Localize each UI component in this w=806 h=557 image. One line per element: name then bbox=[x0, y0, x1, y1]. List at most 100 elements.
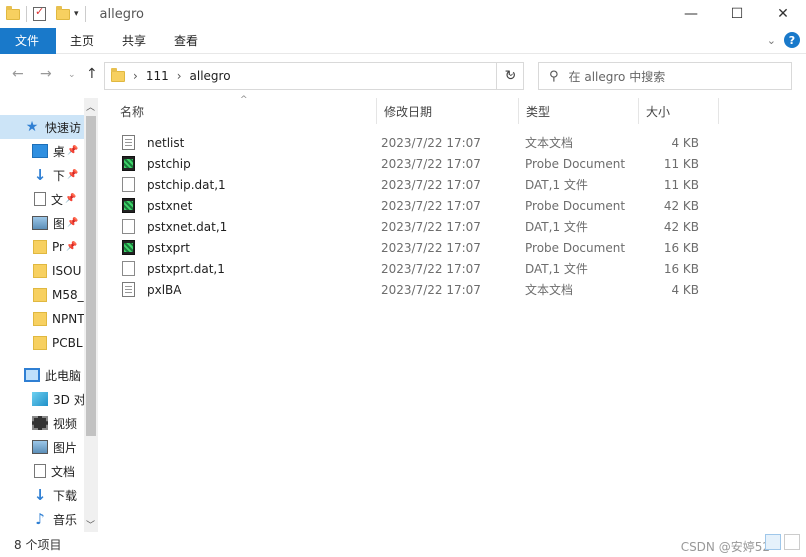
sidebar-item-label: 音乐 bbox=[53, 512, 78, 527]
file-row[interactable]: pstxnet.dat,1 2023/7/22 17:07 DAT,1 文件 42 K… bbox=[116, 216, 716, 237]
file-row[interactable]: pxlBA 2023/7/22 17:07 文本文档 4 KB bbox=[116, 279, 716, 300]
breadcrumb-separator-icon[interactable]: › bbox=[177, 69, 182, 83]
sidebar-item[interactable]: PCBL bbox=[0, 331, 84, 355]
breadcrumb-111[interactable]: 111 bbox=[146, 69, 169, 83]
file-type: 文本文档 bbox=[525, 136, 574, 150]
file-name-cell: pstxnet bbox=[116, 198, 192, 213]
customize-toolbar-chevron-icon[interactable]: ▾ bbox=[74, 9, 79, 19]
probe-file-icon bbox=[122, 240, 135, 255]
file-date: 2023/7/22 17:07 bbox=[381, 177, 481, 192]
up-arrow-icon[interactable]: ↑ bbox=[86, 66, 98, 82]
address-toolbar: ← → ⌄ ↑ › 111 › allegro ⌄ ↻ ⚲ 在 allegro … bbox=[0, 58, 806, 94]
sidebar-item[interactable]: M58_ bbox=[0, 283, 84, 307]
expand-ribbon-chevron-icon[interactable]: ⌄ bbox=[767, 34, 776, 47]
close-button[interactable]: ✕ bbox=[760, 0, 806, 28]
back-arrow-icon[interactable]: ← bbox=[12, 66, 24, 82]
sidebar-item-label: PCBL bbox=[52, 336, 83, 350]
sidebar-item-label: NPNT bbox=[52, 312, 84, 326]
column-divider[interactable] bbox=[718, 98, 719, 124]
sidebar-item[interactable]: 文档 bbox=[0, 459, 84, 483]
pin-icon: 📌 bbox=[67, 146, 79, 156]
probe-file-icon bbox=[122, 198, 135, 213]
sidebar-item[interactable]: NPNT bbox=[0, 307, 84, 331]
recent-locations-chevron-icon[interactable]: ⌄ bbox=[68, 70, 76, 80]
help-icon[interactable]: ? bbox=[784, 32, 800, 48]
sidebar-item[interactable]: 桌 📌 bbox=[0, 139, 84, 163]
column-header-size[interactable]: 大小 bbox=[634, 98, 718, 124]
sidebar-item[interactable]: 文 📌 bbox=[0, 187, 84, 211]
pin-icon: 📌 bbox=[67, 170, 79, 180]
sidebar-item[interactable]: 图 📌 bbox=[0, 211, 84, 235]
file-name: pstxprt bbox=[147, 240, 190, 255]
sidebar-item[interactable]: ISOU bbox=[0, 259, 84, 283]
column-header-date[interactable]: 修改日期 bbox=[372, 98, 520, 124]
file-name-cell: pstxprt.dat,1 bbox=[116, 261, 225, 276]
tab-view[interactable]: 查看 bbox=[160, 28, 212, 54]
sidebar-item[interactable]: Pr 📌 bbox=[0, 235, 84, 259]
file-row[interactable]: pstxnet 2023/7/22 17:07 Probe Document 42 K… bbox=[116, 195, 716, 216]
sidebar-item-label: 此电脑 bbox=[45, 368, 82, 383]
sidebar-item-label: M58_ bbox=[52, 288, 84, 302]
address-bar[interactable]: › 111 › allegro ⌄ bbox=[104, 62, 524, 90]
folder-icon[interactable] bbox=[6, 5, 20, 20]
search-placeholder: 在 allegro 中搜索 bbox=[568, 69, 666, 84]
item-count: 8 个项目 bbox=[14, 538, 62, 552]
toolbar-divider bbox=[84, 6, 86, 22]
sidebar-item[interactable]: ↓ 下载 bbox=[0, 483, 84, 507]
file-row[interactable]: netlist 2023/7/22 17:07 文本文档 4 KB bbox=[116, 132, 716, 153]
toolbar-divider bbox=[26, 6, 27, 22]
properties-icon[interactable] bbox=[33, 5, 46, 21]
sidebar-item-label: Pr bbox=[52, 240, 64, 254]
maximize-button[interactable]: ☐ bbox=[714, 0, 760, 28]
tab-home[interactable]: 主页 bbox=[56, 28, 108, 54]
navigation-scrollbar[interactable]: ︿ ﹀ bbox=[84, 98, 98, 532]
tab-share[interactable]: 共享 bbox=[108, 28, 160, 54]
file-name-cell: netlist bbox=[116, 135, 184, 150]
file-date: 2023/7/22 17:07 bbox=[381, 156, 481, 171]
column-header-type[interactable]: 类型 bbox=[514, 98, 634, 124]
sidebar-item[interactable]: 视频 bbox=[0, 411, 84, 435]
tab-file[interactable]: 文件 bbox=[0, 27, 56, 54]
column-header-name[interactable]: 名称 bbox=[108, 98, 376, 124]
file-row[interactable]: pstxprt 2023/7/22 17:07 Probe Document 16 K… bbox=[116, 237, 716, 258]
file-row[interactable]: pstxprt.dat,1 2023/7/22 17:07 DAT,1 文件 16 K… bbox=[116, 258, 716, 279]
large-icons-view-icon[interactable] bbox=[784, 534, 800, 550]
forward-arrow-icon[interactable]: → bbox=[40, 66, 52, 82]
refresh-icon: ↻ bbox=[504, 68, 517, 84]
sidebar-item[interactable]: ↓ 下 📌 bbox=[0, 163, 84, 187]
folder-icon bbox=[33, 264, 47, 278]
pin-icon: 📌 bbox=[65, 242, 78, 252]
file-row[interactable]: pstchip 2023/7/22 17:07 Probe Document 11 K… bbox=[116, 153, 716, 174]
file-list: ^ 名称 修改日期 类型 大小 netlist 2023/7/22 17:07 文本… bbox=[104, 95, 806, 532]
folder-icon bbox=[33, 288, 47, 302]
download-icon: ↓ bbox=[33, 486, 47, 504]
refresh-button[interactable]: ↻ bbox=[496, 62, 524, 90]
search-input[interactable]: ⚲ 在 allegro 中搜索 bbox=[538, 62, 792, 90]
file-type: DAT,1 文件 bbox=[525, 178, 588, 192]
blank-file-icon bbox=[122, 219, 135, 234]
file-row[interactable]: pstchip.dat,1 2023/7/22 17:07 DAT,1 文件 11 K… bbox=[116, 174, 716, 195]
file-date: 2023/7/22 17:07 bbox=[381, 240, 481, 255]
minimize-button[interactable]: — bbox=[668, 0, 714, 28]
file-name-cell: pstchip bbox=[116, 156, 191, 171]
file-size: 4 KB bbox=[671, 135, 699, 150]
sidebar-item[interactable]: ♪ 音乐 bbox=[0, 507, 84, 531]
breadcrumb-allegro[interactable]: allegro bbox=[190, 69, 231, 83]
view-buttons bbox=[765, 534, 800, 550]
scroll-up-chevron-icon[interactable]: ︿ bbox=[86, 100, 95, 113]
file-name-cell: pstxnet.dat,1 bbox=[116, 219, 227, 234]
new-folder-icon[interactable] bbox=[56, 5, 70, 20]
sidebar-item[interactable]: 图片 bbox=[0, 435, 84, 459]
download-icon: ↓ bbox=[33, 166, 47, 184]
sidebar-item[interactable]: 3D 对 bbox=[0, 387, 84, 411]
3d-objects-icon bbox=[32, 392, 48, 406]
sidebar-item[interactable]: ★ 快速访 bbox=[0, 115, 84, 139]
sidebar-item-label: 下 bbox=[53, 168, 66, 183]
details-view-icon[interactable] bbox=[765, 534, 781, 550]
scroll-down-chevron-icon[interactable]: ﹀ bbox=[86, 518, 95, 531]
breadcrumb-separator-icon[interactable]: › bbox=[133, 69, 138, 83]
file-name: pstxnet.dat,1 bbox=[147, 219, 228, 234]
file-size: 16 KB bbox=[663, 261, 699, 276]
scrollbar-thumb[interactable] bbox=[86, 116, 96, 436]
sidebar-item[interactable]: 此电脑 bbox=[0, 363, 84, 387]
